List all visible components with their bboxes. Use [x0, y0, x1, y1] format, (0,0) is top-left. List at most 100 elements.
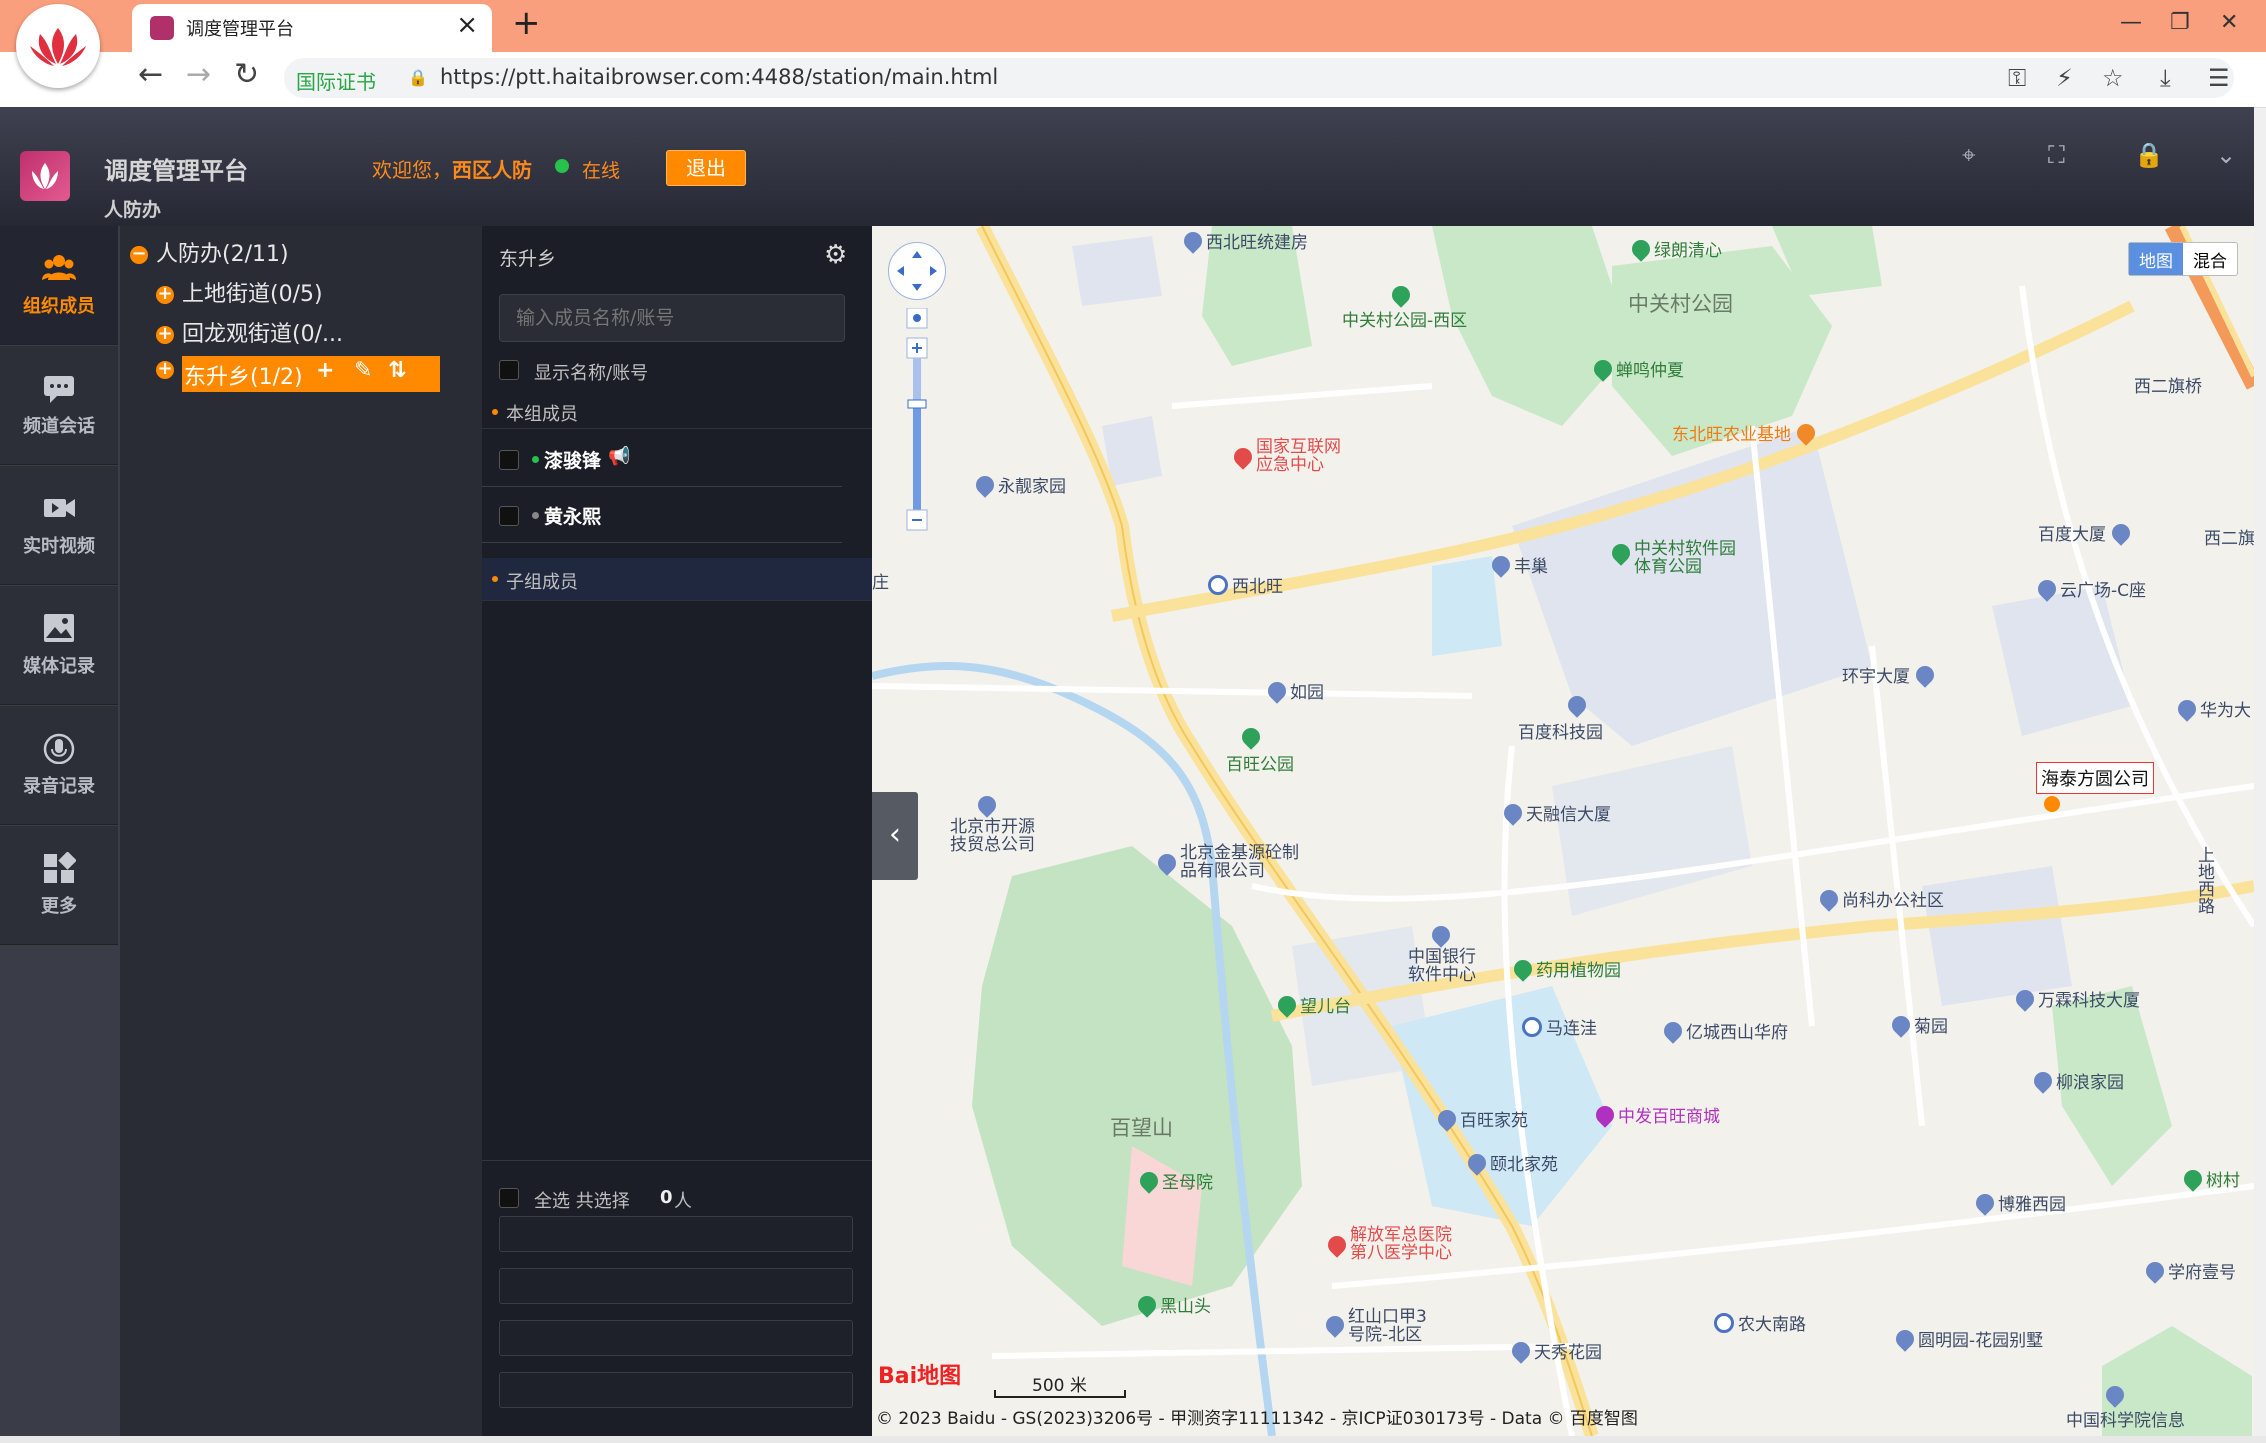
select-all-checkbox[interactable]: [499, 1188, 519, 1208]
tree-item[interactable]: + 回龙观街道(0/...: [156, 316, 343, 348]
own-members-header[interactable]: 本组成员: [482, 394, 872, 429]
gear-icon[interactable]: ⚙: [824, 240, 847, 270]
nav-org-members[interactable]: 组织成员: [0, 226, 118, 345]
poi-label[interactable]: 尚科办公社区: [1816, 886, 1944, 912]
tree-label[interactable]: 东升乡(1/2): [184, 359, 303, 391]
member-search-input[interactable]: [499, 294, 845, 342]
reload-icon[interactable]: ↻: [234, 60, 259, 90]
poi-label[interactable]: 蝉鸣仲夏: [1590, 356, 1684, 382]
nav-more[interactable]: 更多: [0, 826, 118, 945]
poi-label[interactable]: 百旺家苑: [1434, 1106, 1528, 1132]
tree-label[interactable]: 人防办(2/11): [156, 242, 289, 267]
poi-label[interactable]: 黑山头: [1134, 1292, 1211, 1318]
menu-icon[interactable]: ☰: [2208, 64, 2230, 92]
poi-label[interactable]: 柳浪家园: [2030, 1068, 2124, 1094]
sort-icon[interactable]: ⇅: [388, 358, 406, 383]
poi-label[interactable]: 中关村公园-西区: [1342, 282, 1467, 331]
poi-label[interactable]: 药用植物园: [1510, 956, 1621, 982]
poi-label[interactable]: 如园: [1264, 678, 1324, 704]
pan-control[interactable]: [888, 242, 946, 300]
poi-label[interactable]: 国家互联网应急中心: [1230, 438, 1356, 475]
poi-label[interactable]: 永靓家园: [972, 472, 1066, 498]
lock-icon[interactable]: 🔒: [408, 68, 428, 87]
poi-label[interactable]: 树村: [2180, 1166, 2240, 1192]
collapse-icon[interactable]: −: [130, 245, 148, 264]
map-type-hybrid[interactable]: 混合: [2183, 243, 2237, 275]
poi-label[interactable]: 中发百旺商城: [1592, 1102, 1720, 1128]
company-label[interactable]: 海泰方圆公司: [2036, 762, 2154, 794]
poi-label[interactable]: 中国银行软件中心: [1408, 922, 1488, 985]
poi-label[interactable]: 马连洼: [1522, 1014, 1597, 1039]
add-icon[interactable]: +: [316, 358, 334, 383]
star-icon[interactable]: ☆: [2102, 64, 2124, 92]
nav-media-records[interactable]: 媒体记录: [0, 586, 118, 705]
poi-label[interactable]: 西北旺: [1208, 572, 1283, 597]
poi-label[interactable]: 圣母院: [1136, 1168, 1213, 1194]
poi-label[interactable]: 北京市开源技贸总公司: [950, 792, 1046, 855]
download-icon[interactable]: ⤓: [2160, 64, 2171, 92]
map-view[interactable]: 地图 混合 西北旺统建房 绿朗清心 中关村公园 中关村公园-西区 蝉鸣仲夏 东北…: [872, 226, 2254, 1436]
poi-label[interactable]: 亿城西山华府: [1660, 1018, 1788, 1044]
poi-label[interactable]: 云广场-C座: [2034, 576, 2146, 602]
poi-label[interactable]: 博雅西园: [1972, 1190, 2066, 1216]
poi-label[interactable]: 菊园: [1888, 1012, 1948, 1038]
minimize-icon[interactable]: —: [2120, 10, 2142, 35]
tree-item-selected[interactable]: 东升乡(1/2) + ✎ ⇅: [182, 356, 440, 392]
poi-label[interactable]: 天融信大厦: [1500, 800, 1611, 826]
action-button[interactable]: [499, 1320, 853, 1356]
action-button[interactable]: [499, 1216, 853, 1252]
tree-root[interactable]: − 人防办(2/11): [130, 236, 289, 268]
browser-logo-icon[interactable]: [16, 4, 100, 88]
collapse-panel-button[interactable]: ‹: [872, 792, 918, 880]
expand-icon[interactable]: +: [156, 325, 174, 344]
url-field[interactable]: 国际证书 🔒 https://ptt.haitaibrowser.com:448…: [284, 58, 2234, 98]
expand-icon[interactable]: +: [156, 360, 174, 379]
key-icon[interactable]: ⚿: [2008, 64, 2026, 92]
poi-label[interactable]: 华为大: [2174, 696, 2251, 722]
poi-label[interactable]: 圆明园-花园别墅: [1892, 1326, 2043, 1352]
new-tab-icon[interactable]: +: [512, 6, 541, 40]
list-item[interactable]: 黄永熙: [482, 488, 842, 543]
poi-label[interactable]: 解放军总医院第八医学中心: [1324, 1226, 1462, 1263]
poi-label[interactable]: 百度大厦: [2038, 520, 2134, 546]
poi-label[interactable]: 东北旺农业基地: [1672, 420, 1819, 446]
edit-icon[interactable]: ✎: [354, 358, 372, 383]
action-button[interactable]: [499, 1372, 853, 1408]
poi-label[interactable]: 百度科技园: [1518, 692, 1603, 743]
poi-label[interactable]: 百旺公园: [1226, 724, 1294, 775]
sub-members-header[interactable]: 子组成员: [482, 558, 872, 601]
poi-label[interactable]: 望儿台: [1274, 992, 1351, 1018]
poi-label[interactable]: 丰巢: [1488, 552, 1548, 578]
nav-audio-records[interactable]: 录音记录: [0, 706, 118, 825]
show-name-checkbox[interactable]: [499, 360, 519, 380]
nav-channel-session[interactable]: 频道会话: [0, 346, 118, 465]
poi-label[interactable]: 中关村软件园体育公园: [1608, 540, 1746, 577]
member-checkbox[interactable]: [499, 506, 519, 526]
dropdown-icon[interactable]: ⌄: [2216, 141, 2236, 169]
fullscreen-icon[interactable]: ⛶: [2048, 141, 2065, 169]
browser-tab[interactable]: 调度管理平台 ×: [132, 4, 492, 52]
poi-label[interactable]: 天秀花园: [1508, 1338, 1602, 1364]
tree-label[interactable]: 上地街道(0/5): [182, 282, 323, 307]
map-type-map[interactable]: 地图: [2129, 243, 2183, 275]
logout-button[interactable]: 退出: [666, 150, 746, 186]
close-tab-icon[interactable]: ×: [456, 12, 478, 38]
poi-label[interactable]: 绿朗清心: [1628, 236, 1722, 262]
back-icon[interactable]: ←: [138, 60, 163, 90]
poi-label[interactable]: 中国科学院信息: [2066, 1382, 2185, 1431]
poi-label[interactable]: 西北旺统建房: [1180, 228, 1308, 254]
device-marker-icon[interactable]: [2044, 796, 2060, 812]
list-item[interactable]: 漆骏锋 📢: [482, 432, 842, 487]
forward-icon[interactable]: →: [186, 60, 211, 90]
action-button[interactable]: [499, 1268, 853, 1304]
certificate-label[interactable]: 国际证书: [296, 66, 376, 95]
expand-icon[interactable]: +: [156, 285, 174, 304]
url-text[interactable]: https://ptt.haitaibrowser.com:4488/stati…: [440, 65, 998, 89]
lock-screen-icon[interactable]: 🔒: [2134, 141, 2164, 169]
zoom-control[interactable]: [906, 308, 928, 540]
poi-label[interactable]: 红山口甲3号院-北区: [1322, 1308, 1438, 1345]
close-window-icon[interactable]: ✕: [2220, 10, 2238, 35]
lightning-icon[interactable]: ⚡: [2056, 64, 2073, 92]
tree-item[interactable]: + 上地街道(0/5): [156, 276, 323, 308]
poi-label[interactable]: 农大南路: [1714, 1310, 1806, 1335]
